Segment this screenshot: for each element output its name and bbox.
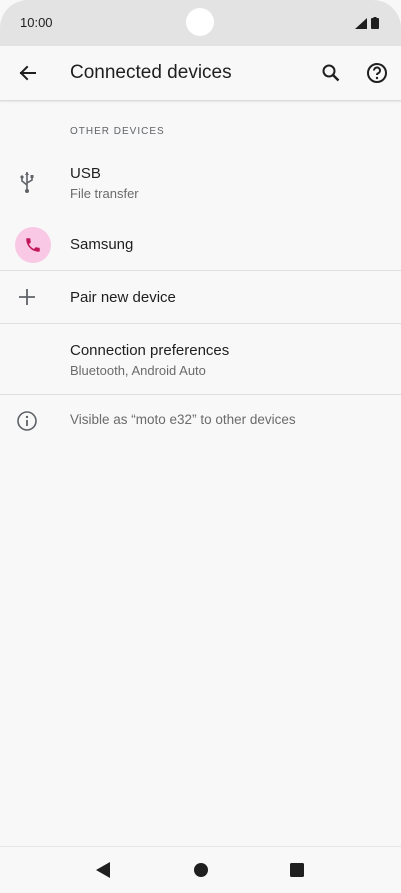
app-bar: Connected devices bbox=[0, 46, 401, 101]
list-item-title: USB bbox=[70, 165, 101, 182]
front-camera bbox=[186, 8, 214, 36]
list-item-subtitle: Bluetooth, Android Auto bbox=[70, 363, 206, 378]
status-bar: 10:00 bbox=[0, 0, 401, 46]
list-item-title: Connection preferences bbox=[70, 342, 230, 359]
phone-icon bbox=[15, 227, 51, 263]
system-nav-bar bbox=[0, 846, 401, 893]
nav-back-icon[interactable] bbox=[92, 859, 114, 881]
visibility-info-text: Visible as “moto e32” to other devices bbox=[70, 412, 296, 427]
status-time: 10:00 bbox=[20, 15, 53, 30]
page-title: Connected devices bbox=[70, 62, 232, 83]
plus-icon bbox=[14, 285, 40, 309]
signal-icon bbox=[355, 16, 367, 34]
section-header: OTHER DEVICES bbox=[70, 126, 165, 137]
nav-recents-icon[interactable] bbox=[286, 859, 308, 881]
arrow-back-icon[interactable] bbox=[14, 60, 40, 86]
nav-home-icon[interactable] bbox=[190, 859, 212, 881]
list-item-samsung[interactable]: Samsung bbox=[0, 220, 401, 270]
list-item-title: Samsung bbox=[70, 236, 134, 253]
list-item-connection-preferences[interactable]: Connection preferences Bluetooth, Androi… bbox=[0, 324, 401, 394]
help-icon[interactable] bbox=[364, 60, 390, 86]
list-item-subtitle: File transfer bbox=[70, 186, 139, 201]
list-item-usb[interactable]: USB File transfer bbox=[0, 150, 401, 210]
info-icon bbox=[16, 410, 38, 432]
usb-icon bbox=[14, 170, 40, 194]
battery-icon bbox=[371, 16, 379, 34]
list-item-title: Pair new device bbox=[70, 289, 176, 306]
list-item-pair-new-device[interactable]: Pair new device bbox=[0, 271, 401, 323]
search-icon[interactable] bbox=[318, 60, 344, 86]
divider bbox=[0, 394, 401, 395]
status-icons bbox=[355, 16, 379, 34]
